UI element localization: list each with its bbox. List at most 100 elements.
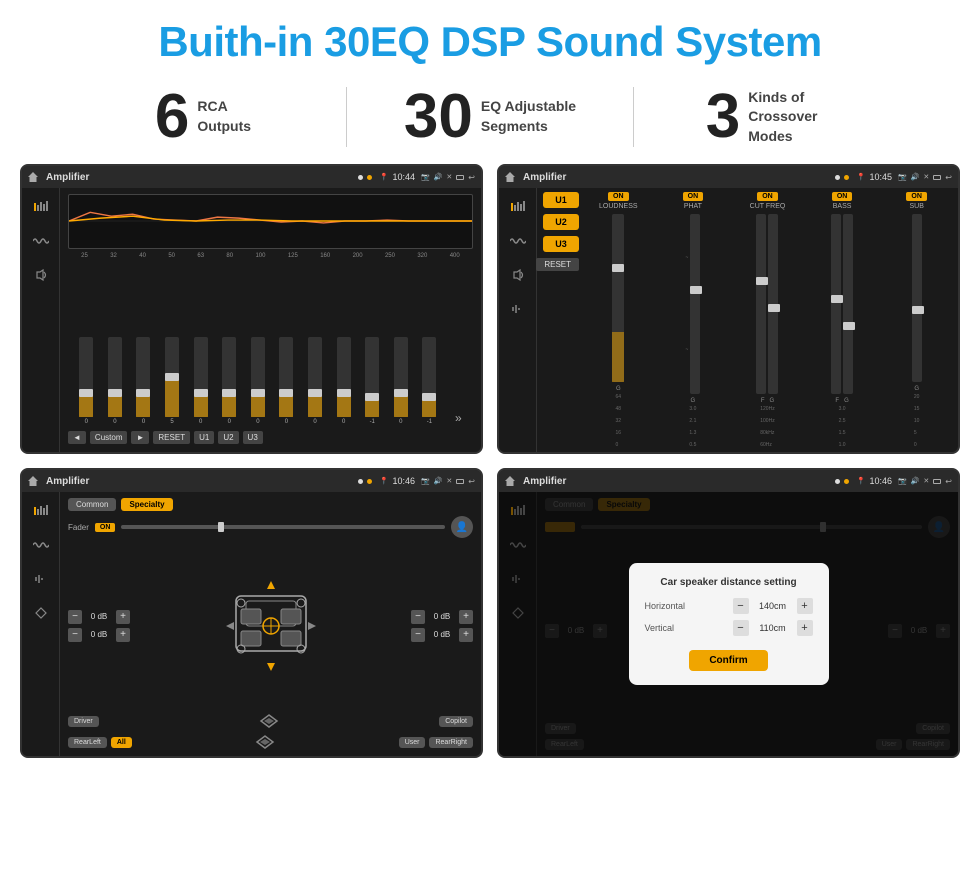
speaker-status-bar: Amplifier 📍 10:46 📷 🔊 ✕ ↩ — [22, 470, 481, 492]
fader-slider[interactable] — [121, 525, 445, 529]
loudness-on-button[interactable]: ON — [608, 192, 629, 201]
back-icon-4[interactable]: ↩ — [945, 477, 952, 486]
eq-slider-3: 5 — [165, 337, 179, 425]
tab-common[interactable]: Common — [68, 498, 116, 511]
db-minus-1[interactable]: − — [68, 610, 82, 624]
phat-on-button[interactable]: ON — [683, 192, 704, 201]
eq-track-6[interactable] — [251, 337, 265, 417]
crossover-reset-button[interactable]: RESET — [536, 258, 579, 271]
vertical-minus-button[interactable]: − — [733, 620, 749, 636]
eq-slider-6: 0 — [251, 337, 265, 425]
close-icon-3[interactable]: ✕ — [446, 477, 452, 485]
eq-prev-button[interactable]: ◄ — [68, 431, 86, 444]
close-icon[interactable]: ✕ — [446, 173, 452, 181]
rearleft-button[interactable]: RearLeft — [68, 737, 107, 748]
phat-label: PHAT — [684, 203, 702, 210]
eq-track-4[interactable] — [194, 337, 208, 417]
close-icon-4[interactable]: ✕ — [923, 477, 929, 485]
db-minus-2[interactable]: − — [68, 628, 82, 642]
home-icon[interactable] — [28, 172, 38, 182]
eq-track-7[interactable] — [279, 337, 293, 417]
db-plus-1[interactable]: + — [116, 610, 130, 624]
back-icon-2[interactable]: ↩ — [945, 173, 952, 182]
tab-specialty[interactable]: Specialty — [121, 498, 172, 511]
fader-label: Fader — [68, 523, 89, 532]
home-icon-4[interactable] — [505, 476, 515, 486]
cutfreq-on-button[interactable]: ON — [757, 192, 778, 201]
minimize-icon-3[interactable] — [456, 479, 464, 484]
crossover-sidebar-speaker[interactable] — [507, 264, 529, 286]
eq-slider-0: 0 — [79, 337, 93, 425]
crossover-u1-button[interactable]: U1 — [543, 192, 579, 208]
horizontal-minus-button[interactable]: − — [733, 598, 749, 614]
eq-track-11[interactable] — [394, 337, 408, 417]
db-plus-2[interactable]: + — [116, 628, 130, 642]
eq-reset-button[interactable]: RESET — [153, 431, 190, 444]
vertical-plus-button[interactable]: + — [797, 620, 813, 636]
minimize-icon-2[interactable] — [933, 175, 941, 180]
back-icon[interactable]: ↩ — [468, 173, 475, 182]
eq-u3-button[interactable]: U3 — [243, 431, 263, 444]
confirm-button[interactable]: Confirm — [689, 650, 767, 671]
speaker-sidebar-eq[interactable] — [30, 500, 52, 522]
db-minus-3[interactable]: − — [411, 610, 425, 624]
eq-track-5[interactable] — [222, 337, 236, 417]
minimize-icon-4[interactable] — [933, 479, 941, 484]
eq-track-2[interactable] — [136, 337, 150, 417]
eq-u1-button[interactable]: U1 — [194, 431, 214, 444]
bass-on-button[interactable]: ON — [832, 192, 853, 201]
speaker-sidebar-wave[interactable] — [30, 534, 52, 556]
eq-slider-1: 0 — [108, 337, 122, 425]
minimize-icon[interactable] — [456, 175, 464, 180]
rearright-button[interactable]: RearRight — [429, 737, 473, 748]
home-icon-2[interactable] — [505, 172, 515, 182]
eq-track-1[interactable] — [108, 337, 122, 417]
eq-track-0[interactable] — [79, 337, 93, 417]
horizontal-plus-button[interactable]: + — [797, 598, 813, 614]
eq-sidebar-equalizer[interactable] — [30, 196, 52, 218]
crossover-u3-button[interactable]: U3 — [543, 236, 579, 252]
loudness-label: LOUDNESS — [599, 203, 638, 210]
crossover-sidebar-wave[interactable] — [507, 230, 529, 252]
db-plus-4[interactable]: + — [459, 628, 473, 642]
eq-sidebar-wave[interactable] — [30, 230, 52, 252]
db-val-1: 0 dB — [85, 612, 113, 621]
crossover-sidebar-vol[interactable] — [507, 298, 529, 320]
db-plus-3[interactable]: + — [459, 610, 473, 624]
eq-u2-button[interactable]: U2 — [218, 431, 238, 444]
speaker-main: Common Specialty Fader ON 👤 − 0 dB — [60, 492, 481, 756]
all-button[interactable]: All — [111, 737, 132, 748]
copilot-button[interactable]: Copilot — [439, 716, 473, 727]
more-icon[interactable]: » — [455, 411, 462, 425]
fader-on-button[interactable]: ON — [95, 523, 116, 532]
eq-track-9[interactable] — [337, 337, 351, 417]
crossover-channel-loudness: ON LOUDNESS G 644832160 — [583, 192, 654, 448]
eq-sliders: 0 0 0 — [68, 263, 473, 425]
speaker-tabs: Common Specialty — [68, 498, 473, 511]
eq-next-button[interactable]: ► — [131, 431, 149, 444]
speaker-sidebar-vol[interactable] — [30, 568, 52, 590]
user-button[interactable]: User — [399, 737, 426, 748]
eq-track-3[interactable] — [165, 337, 179, 417]
back-icon-3[interactable]: ↩ — [468, 477, 475, 486]
bass-slider-g[interactable] — [843, 214, 853, 394]
crossover-sidebar-eq[interactable] — [507, 196, 529, 218]
cutfreq-slider-g[interactable] — [768, 214, 778, 394]
speaker-sidebar-expand[interactable] — [30, 602, 52, 624]
loudness-slider[interactable] — [612, 214, 624, 382]
sub-on-button[interactable]: ON — [906, 192, 927, 201]
eq-slider-7: 0 — [279, 337, 293, 425]
eq-track-10[interactable] — [365, 337, 379, 417]
db-minus-4[interactable]: − — [411, 628, 425, 642]
eq-sidebar-speaker[interactable] — [30, 264, 52, 286]
bass-slider-f[interactable] — [831, 214, 841, 394]
driver-button[interactable]: Driver — [68, 716, 99, 727]
home-icon-3[interactable] — [28, 476, 38, 486]
eq-track-12[interactable] — [422, 337, 436, 417]
sub-slider-g[interactable] — [912, 214, 922, 382]
phat-slider[interactable] — [690, 214, 700, 394]
cutfreq-slider-f[interactable] — [756, 214, 766, 394]
crossover-u2-button[interactable]: U2 — [543, 214, 579, 230]
eq-track-8[interactable] — [308, 337, 322, 417]
close-icon-2[interactable]: ✕ — [923, 173, 929, 181]
